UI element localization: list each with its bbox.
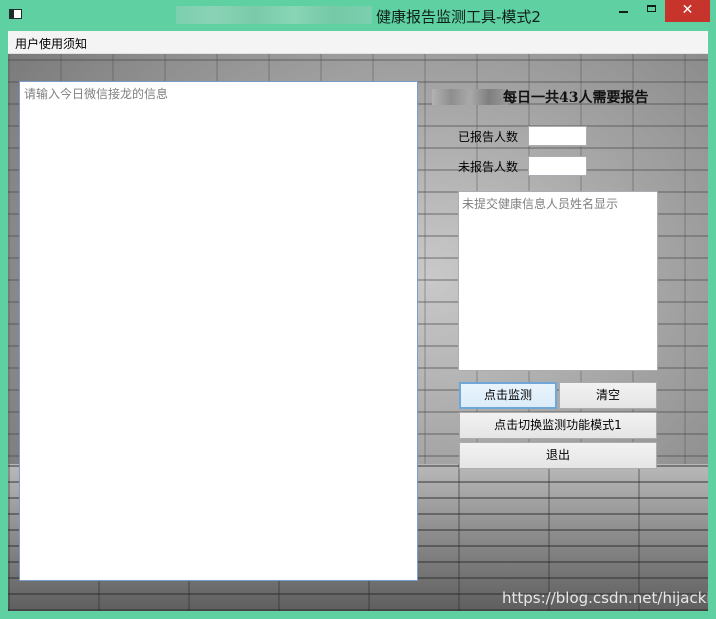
unreported-count-label: 未报告人数 xyxy=(458,160,519,174)
heading-redacted-area xyxy=(432,89,508,105)
app-window-icon[interactable] xyxy=(9,9,22,19)
unreported-count-field[interactable] xyxy=(528,156,587,176)
minimize-button[interactable] xyxy=(609,0,637,22)
maximize-icon xyxy=(646,5,656,12)
close-icon: ✕ xyxy=(681,2,694,18)
window-title: 健康报告监测工具-模式2 xyxy=(376,8,541,26)
app-window: 健康报告监测工具-模式2 ✕ 用户使用须知 请输入今日微信接龙的信息 每日一共4… xyxy=(0,0,716,619)
switch-mode-button[interactable]: 点击切换监测功能模式1 xyxy=(459,412,657,439)
unreported-names-box[interactable]: 未提交健康信息人员姓名显示 xyxy=(458,191,658,371)
exit-button[interactable]: 退出 xyxy=(459,442,657,469)
detect-button[interactable]: 点击监测 xyxy=(459,382,557,409)
watermark-text: https://blog.csdn.net/hijacklei xyxy=(502,589,708,607)
title-redacted-area xyxy=(176,6,372,24)
daily-required-heading: 每日一共43人需要报告 xyxy=(503,90,649,106)
reported-count-field[interactable] xyxy=(528,126,587,146)
close-button[interactable]: ✕ xyxy=(665,0,710,22)
minimize-icon xyxy=(618,10,628,13)
wechat-info-input[interactable]: 请输入今日微信接龙的信息 xyxy=(19,81,418,581)
client-area: 请输入今日微信接龙的信息 每日一共43人需要报告 已报告人数 未报告人数 未提交… xyxy=(8,54,708,611)
reported-count-label: 已报告人数 xyxy=(458,130,519,144)
clear-button[interactable]: 清空 xyxy=(559,382,657,409)
maximize-button[interactable] xyxy=(637,0,665,22)
menu-item-user-notice[interactable]: 用户使用须知 xyxy=(15,35,87,52)
title-bar[interactable]: 健康报告监测工具-模式2 ✕ xyxy=(0,0,716,30)
menu-bar: 用户使用须知 xyxy=(8,31,708,54)
